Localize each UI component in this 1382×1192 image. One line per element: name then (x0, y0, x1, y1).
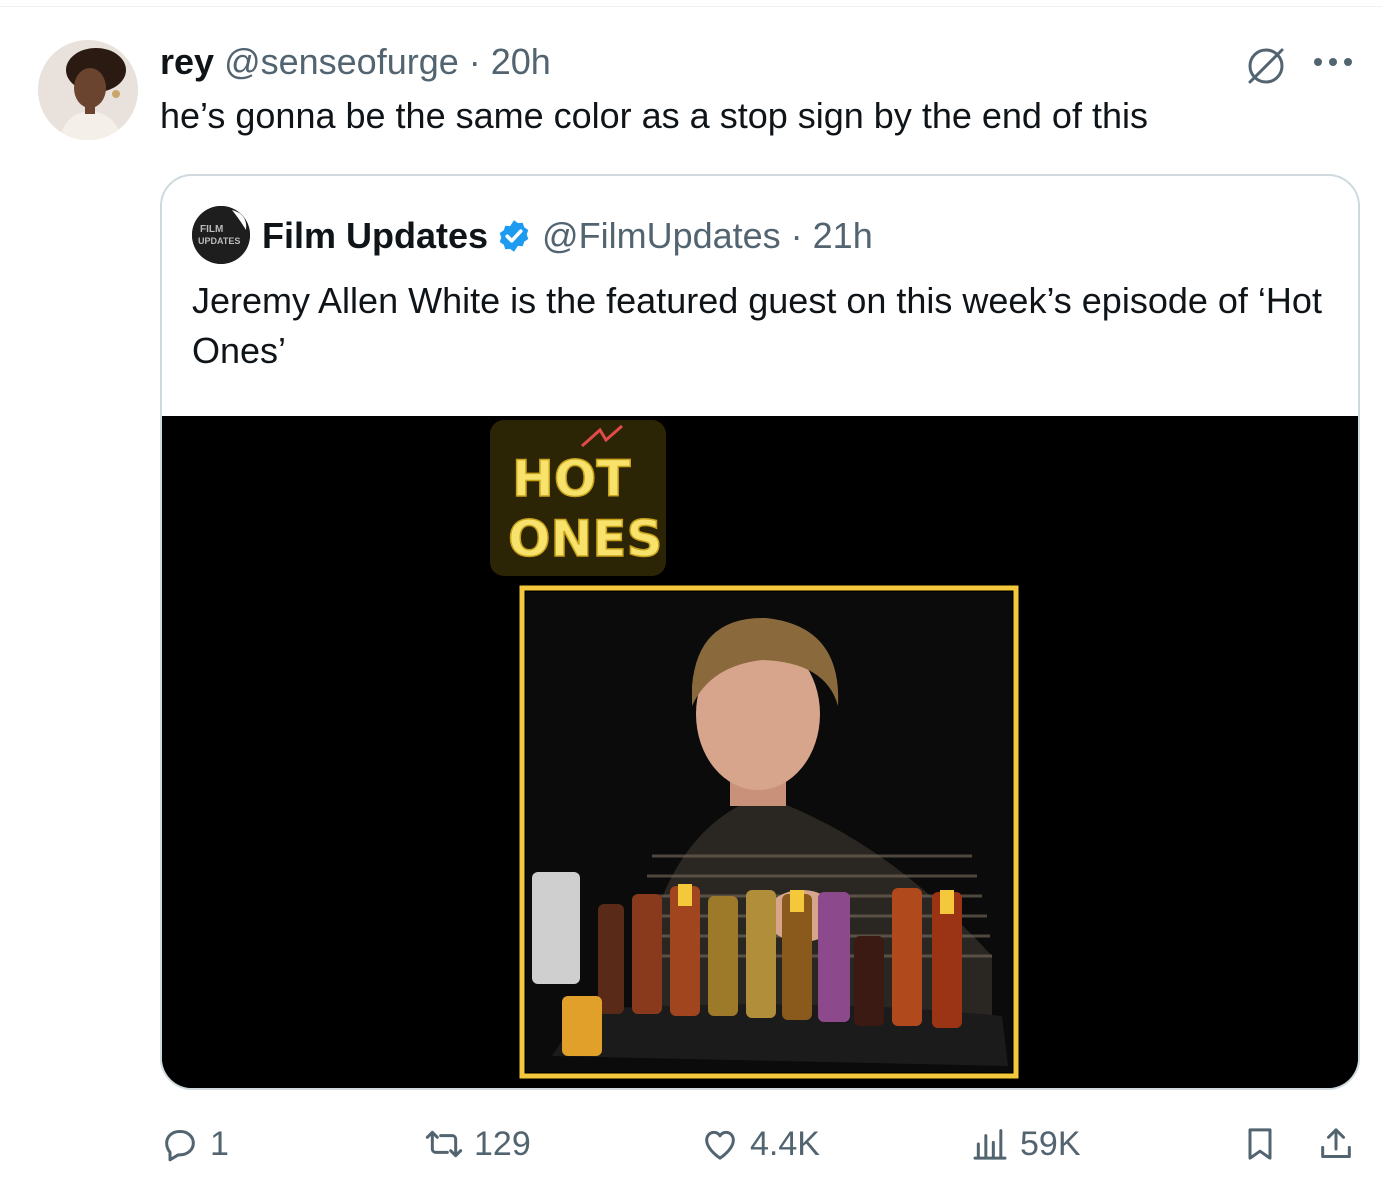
reply-icon (165, 1130, 195, 1162)
avatar-image (38, 40, 138, 140)
retweet-icon (425, 1130, 463, 1158)
film-updates-logo-icon: FILM UPDATES (192, 206, 250, 264)
views-icon (973, 1129, 1007, 1160)
share-button[interactable] (1316, 1124, 1356, 1164)
user-handle[interactable]: @senseofurge (224, 41, 459, 83)
hot-ones-thumbnail: HOT ONES (162, 416, 1358, 1088)
quoted-display-name[interactable]: Film Updates (262, 215, 488, 257)
logo-line-1: HOT (512, 450, 630, 508)
action-bar: 1 129 4.4K 59K (0, 1108, 1382, 1188)
retweet-button[interactable]: 129 (424, 1124, 531, 1164)
quoted-avatar[interactable]: FILM UPDATES (192, 206, 250, 264)
like-icon (705, 1130, 735, 1160)
views-button[interactable]: 59K (970, 1124, 1081, 1164)
quoted-text: Jeremy Allen White is the featured guest… (192, 280, 1322, 371)
svg-text:UPDATES: UPDATES (198, 236, 240, 246)
quoted-header: Film Updates @FilmUpdates · 21h (262, 212, 873, 260)
tweet-header: rey @senseofurge · 20h (160, 40, 551, 84)
reply-button[interactable]: 1 (160, 1124, 229, 1164)
separator: · (790, 215, 803, 256)
logo-line-2: ONES (508, 510, 663, 568)
like-button[interactable]: 4.4K (700, 1124, 820, 1164)
views-count: 59K (1020, 1124, 1081, 1163)
display-name[interactable]: rey (160, 41, 214, 83)
tweet-time[interactable]: 20h (491, 41, 551, 83)
tweet-text: he’s gonna be the same color as a stop s… (160, 95, 1148, 136)
user-avatar[interactable] (38, 40, 138, 140)
share-icon (1321, 1128, 1351, 1158)
separator: · (468, 41, 481, 82)
svg-text:FILM: FILM (200, 224, 223, 235)
verified-badge-icon[interactable] (496, 218, 532, 254)
video-still[interactable]: HOT ONES (162, 416, 1358, 1088)
bookmark-icon (1248, 1128, 1272, 1160)
retweet-count: 129 (474, 1124, 531, 1163)
more-options-icon[interactable] (1310, 48, 1356, 76)
top-divider (0, 6, 1382, 7)
like-count: 4.4K (750, 1124, 820, 1163)
quoted-tweet[interactable]: FILM UPDATES Film Updates @FilmUpdates ·… (160, 174, 1360, 1090)
quoted-handle[interactable]: @FilmUpdates (542, 215, 781, 257)
bookmark-button[interactable] (1240, 1124, 1280, 1164)
quoted-time[interactable]: 21h (813, 215, 873, 257)
no-entry-icon[interactable] (1244, 44, 1288, 88)
reply-count: 1 (210, 1124, 229, 1163)
